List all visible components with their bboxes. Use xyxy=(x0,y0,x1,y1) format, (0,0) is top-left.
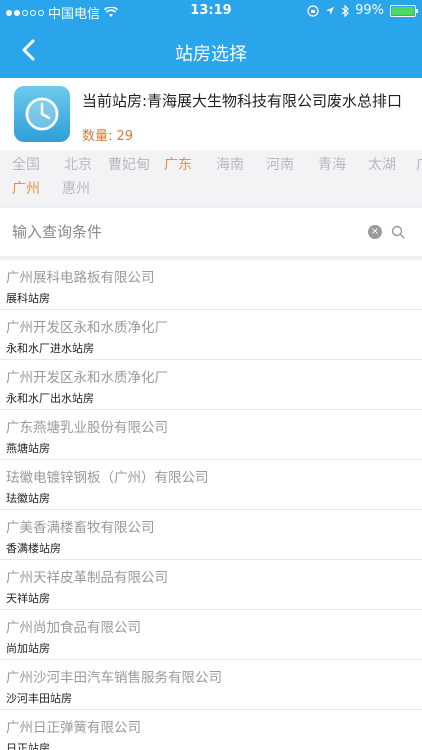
battery-percent: 99% xyxy=(355,3,384,18)
clear-button[interactable]: × xyxy=(368,225,382,239)
search-input[interactable] xyxy=(12,218,352,246)
company-name: 广州日正弹簧有限公司 xyxy=(6,720,141,736)
region-item[interactable]: 北京 xyxy=(64,154,92,174)
station-name: 珐徽站房 xyxy=(6,492,50,505)
status-right: 99% xyxy=(307,3,418,18)
location-icon xyxy=(326,6,335,15)
region-item[interactable]: 海南 xyxy=(216,154,244,174)
station-name: 沙河丰田站房 xyxy=(6,692,72,705)
region-item[interactable]: 青海 xyxy=(318,154,346,174)
company-name: 广州展科电路板有限公司 xyxy=(6,270,155,286)
station-list-item[interactable]: 广东燕塘乳业股份有限公司 燕塘站房 xyxy=(0,410,422,460)
current-station-label: 当前站房:青海展大生物科技有限公司废水总排口 xyxy=(82,92,403,110)
company-name: 广州开发区永和水质净化厂 xyxy=(6,320,168,336)
company-name: 广州尚加食品有限公司 xyxy=(6,620,141,636)
station-name: 香满楼站房 xyxy=(6,542,61,555)
station-list-item[interactable]: 广州展科电路板有限公司 展科站房 xyxy=(0,260,422,310)
region-row-cities: 广州 惠州 xyxy=(0,178,422,202)
station-list-item[interactable]: 广州天祥皮革制品有限公司 天祥站房 xyxy=(0,560,422,610)
station-name: 尚加站房 xyxy=(6,642,50,655)
company-name: 广州天祥皮革制品有限公司 xyxy=(6,570,168,586)
station-list: 广州展科电路板有限公司 展科站房 广州开发区永和水质净化厂 永和水厂进水站房 广… xyxy=(0,260,422,750)
station-list-item[interactable]: 广州开发区永和水质净化厂 永和水厂出水站房 xyxy=(0,360,422,410)
station-list-item[interactable]: 广州尚加食品有限公司 尚加站房 xyxy=(0,610,422,660)
station-list-item[interactable]: 广州日正弹簧有限公司 日正站房 xyxy=(0,710,422,750)
region-item[interactable]: 河南 xyxy=(266,154,294,174)
company-name: 广美香满楼畜牧有限公司 xyxy=(6,520,155,536)
station-count: 数量: 29 xyxy=(82,129,134,144)
region-item[interactable]: 太湖 xyxy=(368,154,396,174)
city-item-active[interactable]: 广州 xyxy=(12,178,40,198)
rotation-lock-icon xyxy=(307,4,319,17)
current-station-card: 当前站房:青海展大生物科技有限公司废水总排口 数量: 29 xyxy=(0,78,422,150)
company-name: 广东燕塘乳业股份有限公司 xyxy=(6,420,168,436)
page-title: 站房选择 xyxy=(175,44,247,65)
station-list-item[interactable]: 广州开发区永和水质净化厂 永和水厂进水站房 xyxy=(0,310,422,360)
nav-bar: 站房选择 xyxy=(0,22,422,78)
station-name: 展科站房 xyxy=(6,292,50,305)
region-row-provinces: 全国 北京 曹妃甸 广东 海南 河南 青海 太湖 广 xyxy=(0,154,422,178)
company-name: 珐徽电镀锌钢板（广州）有限公司 xyxy=(6,470,209,486)
station-list-item[interactable]: 广州沙河丰田汽车销售服务有限公司 沙河丰田站房 xyxy=(0,660,422,710)
bluetooth-icon xyxy=(341,4,349,17)
city-item[interactable]: 惠州 xyxy=(62,178,90,198)
status-bar: 中国电信 13:19 99% xyxy=(0,0,422,22)
station-name: 永和水厂进水站房 xyxy=(6,342,94,355)
company-name: 广州沙河丰田汽车销售服务有限公司 xyxy=(6,670,222,686)
region-item[interactable]: 广 xyxy=(416,154,422,174)
search-icon[interactable] xyxy=(390,224,406,240)
company-name: 广州开发区永和水质净化厂 xyxy=(6,370,168,386)
station-name: 燕塘站房 xyxy=(6,442,50,455)
station-name: 永和水厂出水站房 xyxy=(6,392,94,405)
region-item[interactable]: 曹妃甸 xyxy=(108,154,150,174)
region-item[interactable]: 全国 xyxy=(12,154,40,174)
station-list-item[interactable]: 珐徽电镀锌钢板（广州）有限公司 珐徽站房 xyxy=(0,460,422,510)
station-name: 天祥站房 xyxy=(6,592,50,605)
region-item-active[interactable]: 广东 xyxy=(164,154,192,174)
station-name: 日正站房 xyxy=(6,742,50,750)
battery-icon xyxy=(390,4,418,17)
station-list-item[interactable]: 广美香满楼畜牧有限公司 香满楼站房 xyxy=(0,510,422,560)
region-filter: 全国 北京 曹妃甸 广东 海南 河南 青海 太湖 广 广州 惠州 xyxy=(0,150,422,204)
clock-icon xyxy=(14,86,70,142)
search-bar: × xyxy=(0,208,422,256)
